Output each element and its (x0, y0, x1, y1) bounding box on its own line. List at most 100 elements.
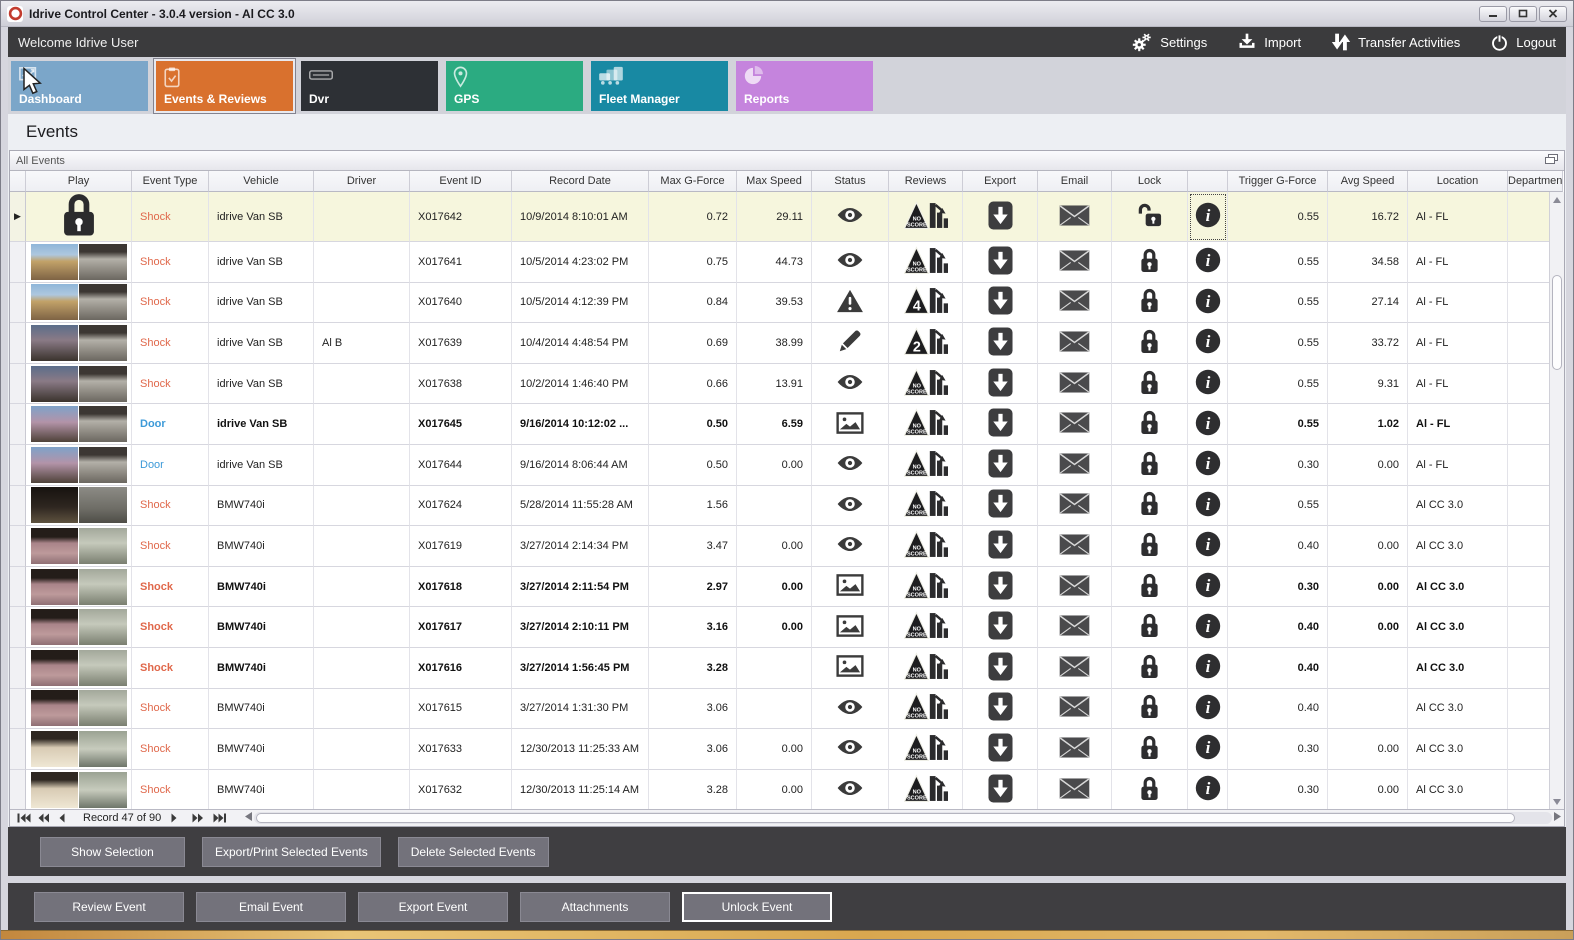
cell-play[interactable] (26, 444, 132, 486)
cell-reviews[interactable]: NO SCORE (889, 404, 963, 445)
cell-play[interactable] (26, 404, 132, 445)
cell-export[interactable] (963, 647, 1038, 689)
cell-info[interactable]: i (1188, 282, 1228, 324)
tab-gps[interactable]: GPS (446, 60, 583, 111)
cell-email[interactable] (1038, 688, 1112, 730)
event-thumbnail[interactable] (30, 568, 127, 605)
vertical-scrollbar[interactable] (1549, 192, 1564, 809)
cell-status[interactable] (812, 688, 889, 730)
cell-reviews[interactable]: NO SCORE (889, 444, 963, 486)
event-thumbnail[interactable] (30, 771, 127, 808)
event-thumbnail[interactable] (30, 365, 127, 402)
event-thumbnail[interactable] (30, 324, 127, 361)
tab-dvr[interactable]: Dvr (301, 60, 438, 111)
cell-reviews[interactable]: NO SCORE (889, 688, 963, 730)
scroll-left-arrow[interactable] (245, 812, 253, 824)
cell-info[interactable]: i (1188, 404, 1228, 445)
cell-info[interactable]: i (1188, 647, 1228, 689)
column-header-event_type[interactable]: Event Type (132, 171, 209, 192)
cell-play[interactable] (26, 363, 132, 405)
tab-events-reviews[interactable]: Events & Reviews (156, 60, 293, 111)
event-thumbnail[interactable] (30, 446, 127, 483)
table-row[interactable]: Shock BMW740i X017617 3/27/2014 2:10:11 PM 3… (10, 607, 1563, 648)
vertical-scroll-track[interactable] (1550, 207, 1564, 794)
table-row[interactable]: Shock BMW740i X017616 3/27/2014 1:56:45 PM 3… (10, 647, 1563, 689)
cell-status[interactable] (812, 323, 889, 364)
cell-play[interactable] (26, 485, 132, 527)
cell-status[interactable] (812, 485, 889, 527)
event-thumbnail[interactable] (30, 649, 127, 686)
table-row[interactable]: ▶ Shock idrive Van SB X017642 10/9/2014 8:10… (10, 192, 1563, 242)
table-row[interactable]: Shock BMW740i X017633 12/30/2013 11:25:33 A… (10, 729, 1563, 770)
column-header-vehicle[interactable]: Vehicle (209, 171, 314, 192)
cell-info[interactable]: i (1188, 444, 1228, 486)
cell-lock[interactable] (1112, 192, 1188, 242)
unlock-event-button[interactable]: Unlock Event (682, 891, 832, 922)
column-header-play[interactable]: Play (26, 171, 132, 192)
cell-reviews[interactable]: NO SCORE (889, 485, 963, 527)
table-row[interactable]: Shock idrive Van SB Al B X017639 10/4/2014 4… (10, 323, 1563, 364)
cell-lock[interactable] (1112, 242, 1188, 283)
delete-selected-events-button[interactable]: Delete Selected Events (397, 836, 549, 867)
column-header-event_id[interactable]: Event ID (410, 171, 512, 192)
cell-status[interactable] (812, 769, 889, 809)
cell-email[interactable] (1038, 729, 1112, 770)
cell-email[interactable] (1038, 769, 1112, 809)
cell-info[interactable]: i (1188, 729, 1228, 770)
first-record-button[interactable] (17, 813, 31, 823)
cell-email[interactable] (1038, 647, 1112, 689)
cell-lock[interactable] (1112, 769, 1188, 809)
cell-email[interactable] (1038, 485, 1112, 527)
table-row[interactable]: Shock BMW740i X017624 5/28/2014 11:55:28 AM… (10, 485, 1563, 527)
cell-play[interactable] (26, 526, 132, 567)
cell-lock[interactable] (1112, 729, 1188, 770)
cell-play[interactable] (26, 242, 132, 283)
event-thumbnail[interactable] (30, 609, 127, 646)
export-print-selected-events-button[interactable]: Export/Print Selected Events (202, 836, 381, 867)
cell-play[interactable] (26, 192, 132, 242)
cell-export[interactable] (963, 444, 1038, 486)
cell-export[interactable] (963, 526, 1038, 567)
logout-button[interactable]: Logout (1490, 33, 1556, 52)
cell-lock[interactable] (1112, 647, 1188, 689)
cell-play[interactable] (26, 282, 132, 324)
column-header-status[interactable]: Status (812, 171, 889, 192)
column-header-department[interactable]: Department (1508, 171, 1563, 192)
cell-reviews[interactable]: 4 (889, 282, 963, 324)
export-event-button[interactable]: Export Event (358, 891, 508, 922)
attachments-button[interactable]: Attachments (520, 891, 670, 922)
cell-lock[interactable] (1112, 526, 1188, 567)
column-header-trigger_g[interactable]: Trigger G-Force (1228, 171, 1328, 192)
cell-status[interactable] (812, 729, 889, 770)
cell-lock[interactable] (1112, 323, 1188, 364)
cell-export[interactable] (963, 769, 1038, 809)
minimize-button[interactable] (1479, 5, 1507, 22)
cell-play[interactable] (26, 647, 132, 689)
cell-info[interactable]: i (1188, 323, 1228, 364)
tab-fleet-manager[interactable]: Fleet Manager (591, 60, 728, 111)
cell-info[interactable]: i (1188, 566, 1228, 608)
event-thumbnail[interactable] (30, 690, 127, 727)
cell-lock[interactable] (1112, 282, 1188, 324)
cell-play[interactable] (26, 688, 132, 730)
cell-play[interactable] (26, 323, 132, 364)
next-record-button[interactable] (171, 813, 185, 823)
email-event-button[interactable]: Email Event (196, 891, 346, 922)
table-row[interactable]: Shock idrive Van SB X017638 10/2/2014 1:46:… (10, 363, 1563, 405)
table-row[interactable]: Door idrive Van SB X017644 9/16/2014 8:06:4… (10, 444, 1563, 486)
cell-reviews[interactable]: NO SCORE (889, 526, 963, 567)
cell-status[interactable] (812, 404, 889, 445)
restore-panel-icon[interactable] (1545, 153, 1558, 168)
cell-email[interactable] (1038, 444, 1112, 486)
column-header-reviews[interactable]: Reviews (889, 171, 963, 192)
cell-export[interactable] (963, 404, 1038, 445)
cell-export[interactable] (963, 363, 1038, 405)
close-button[interactable] (1539, 5, 1567, 22)
cell-lock[interactable] (1112, 688, 1188, 730)
cell-lock[interactable] (1112, 444, 1188, 486)
cell-export[interactable] (963, 192, 1038, 242)
column-header-location[interactable]: Location (1408, 171, 1508, 192)
cell-info[interactable]: i (1188, 485, 1228, 527)
horizontal-scroll-thumb[interactable] (256, 813, 1516, 823)
previous-record-button[interactable] (59, 813, 73, 823)
